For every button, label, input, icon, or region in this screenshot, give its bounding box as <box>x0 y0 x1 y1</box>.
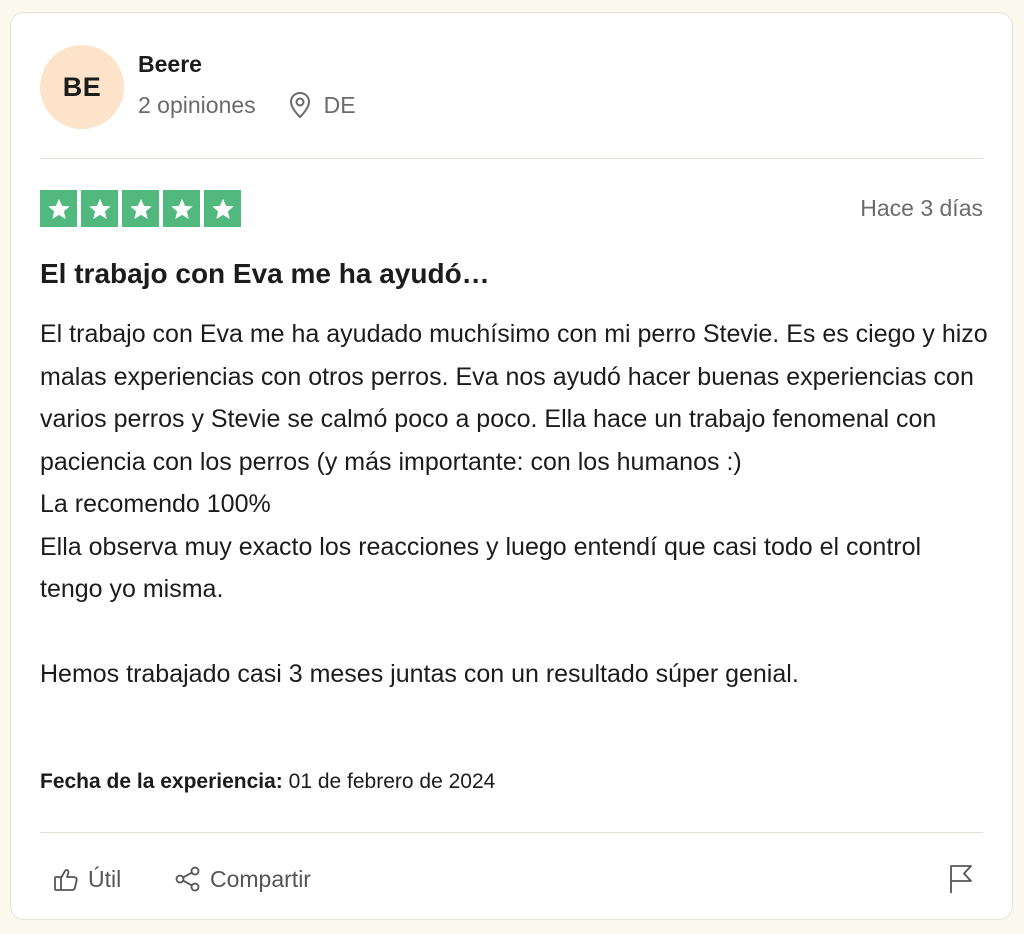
review-body: El trabajo con Eva me ha ayudado muchísi… <box>40 320 988 688</box>
star-icon <box>204 190 241 227</box>
avatar[interactable]: BE <box>40 45 124 129</box>
reviewer-location: DE <box>288 91 356 119</box>
review-count: 2 opiniones <box>138 91 256 118</box>
star-icon <box>122 190 159 227</box>
experience-date: Fecha de la experiencia: 01 de febrero d… <box>40 770 495 794</box>
thumbs-up-icon <box>54 869 78 891</box>
star-rating <box>40 190 241 227</box>
review-actions: Útil Compartir <box>40 859 983 899</box>
star-icon <box>40 190 77 227</box>
reviewer-meta: 2 opiniones DE <box>138 91 356 119</box>
rating-row: Hace 3 días <box>40 189 983 227</box>
divider <box>40 832 983 833</box>
flag-icon <box>950 865 972 893</box>
review-card: BE Beere 2 opiniones DE Hace 3 días El t… <box>10 12 1013 920</box>
useful-button[interactable]: Útil <box>52 859 121 899</box>
review-date: Hace 3 días <box>860 195 983 221</box>
location-pin-icon <box>289 91 310 119</box>
country-code: DE <box>323 91 356 118</box>
divider <box>40 158 983 159</box>
share-icon <box>175 866 200 892</box>
experience-label: Fecha de la experiencia: <box>40 770 283 793</box>
star-icon <box>81 190 118 227</box>
reviewer-name[interactable]: Beere <box>138 51 202 78</box>
useful-label: Útil <box>88 865 122 892</box>
reviewer-header: BE Beere 2 opiniones DE <box>40 43 983 133</box>
share-label: Compartir <box>210 865 311 892</box>
experience-value: 01 de febrero de 2024 <box>288 770 496 793</box>
review-title[interactable]: El trabajo con Eva me ha ayudó… <box>40 258 490 290</box>
report-button[interactable] <box>947 859 983 899</box>
share-button[interactable]: Compartir <box>174 859 311 899</box>
star-icon <box>163 190 200 227</box>
